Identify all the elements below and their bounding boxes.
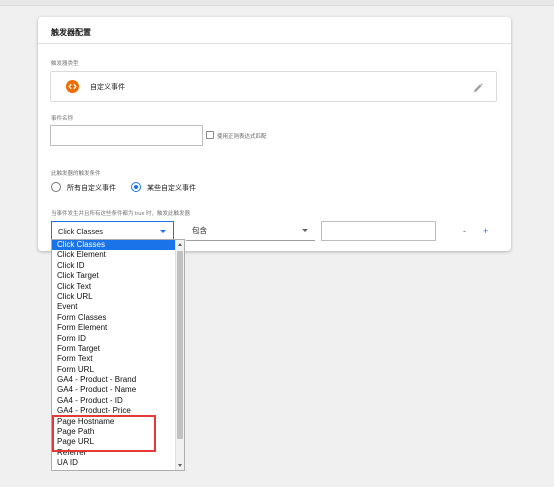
scrollbar-thumb[interactable] xyxy=(177,251,183,439)
dropdown-option[interactable]: Form Element xyxy=(52,323,176,333)
dropdown-option[interactable]: Form Target xyxy=(52,344,176,354)
radio-some-events[interactable] xyxy=(131,182,141,192)
dropdown-option[interactable]: Event xyxy=(52,302,176,312)
add-condition-button[interactable]: + xyxy=(483,226,488,236)
trigger-type-label: 触发器类型 xyxy=(51,61,79,67)
dropdown-option[interactable]: Click URL xyxy=(52,292,176,302)
dropdown-option[interactable]: Form URL xyxy=(52,365,176,375)
chevron-down-icon xyxy=(302,229,308,232)
dropdown-scrollbar[interactable] xyxy=(175,240,184,470)
scroll-up-arrow-icon[interactable] xyxy=(178,243,182,246)
radio-all-events[interactable] xyxy=(51,182,61,192)
dropdown-option[interactable]: Click Target xyxy=(52,271,176,281)
highlight-annotation-box xyxy=(52,415,156,452)
dropdown-option[interactable]: GA4 - Product - Brand xyxy=(52,375,176,385)
top-bar xyxy=(0,0,554,6)
radio-some-events-label: 某些自定义事件 xyxy=(147,185,196,192)
operator-select[interactable]: 包含 xyxy=(186,221,315,241)
dropdown-option[interactable]: Click ID xyxy=(52,261,176,271)
dropdown-option[interactable]: Click Text xyxy=(52,282,176,292)
remove-condition-button[interactable]: - xyxy=(463,226,466,236)
trigger-type-box[interactable]: 自定义事件 xyxy=(50,71,497,102)
dropdown-option[interactable]: GA4 - Product - ID xyxy=(52,396,176,406)
variable-select-value: Click Classes xyxy=(58,227,104,236)
regex-checkbox[interactable] xyxy=(206,131,214,139)
scroll-down-arrow-icon[interactable] xyxy=(178,464,182,467)
dropdown-option[interactable]: UA ID xyxy=(52,458,176,468)
chevron-down-icon xyxy=(160,230,166,233)
variable-select[interactable]: Click Classes xyxy=(51,221,174,241)
event-name-label: 事件名称 xyxy=(51,116,74,122)
card-title: 触发器配置 xyxy=(51,28,91,37)
dropdown-option[interactable]: Click Classes xyxy=(52,240,176,251)
operator-select-value: 包含 xyxy=(192,226,207,235)
trigger-config-card: 触发器配置 触发器类型 自定义事件 事件名称 使用正则表达式匹配 此触发器的触发… xyxy=(38,17,511,251)
radio-all-events-label: 所有自定义事件 xyxy=(67,185,116,192)
custom-event-icon xyxy=(66,80,79,93)
dropdown-option[interactable]: Click Element xyxy=(52,250,176,260)
dropdown-option[interactable]: Form Text xyxy=(52,354,176,364)
edit-pencil-icon[interactable] xyxy=(472,81,484,93)
fires-on-label: 此触发器的触发条件 xyxy=(51,171,101,177)
trigger-type-name: 自定义事件 xyxy=(90,84,125,91)
dropdown-option[interactable]: GA4 - Product - Name xyxy=(52,385,176,395)
dropdown-option[interactable]: Form ID xyxy=(52,334,176,344)
condition-value-input[interactable] xyxy=(321,221,436,241)
divider xyxy=(38,43,511,44)
event-name-input[interactable] xyxy=(50,125,203,146)
dropdown-option[interactable]: Form Classes xyxy=(52,313,176,323)
condition-label: 当事件发生并且所有这些条件都为 true 时，触发此触发器 xyxy=(51,211,191,217)
regex-checkbox-label: 使用正则表达式匹配 xyxy=(217,134,267,140)
